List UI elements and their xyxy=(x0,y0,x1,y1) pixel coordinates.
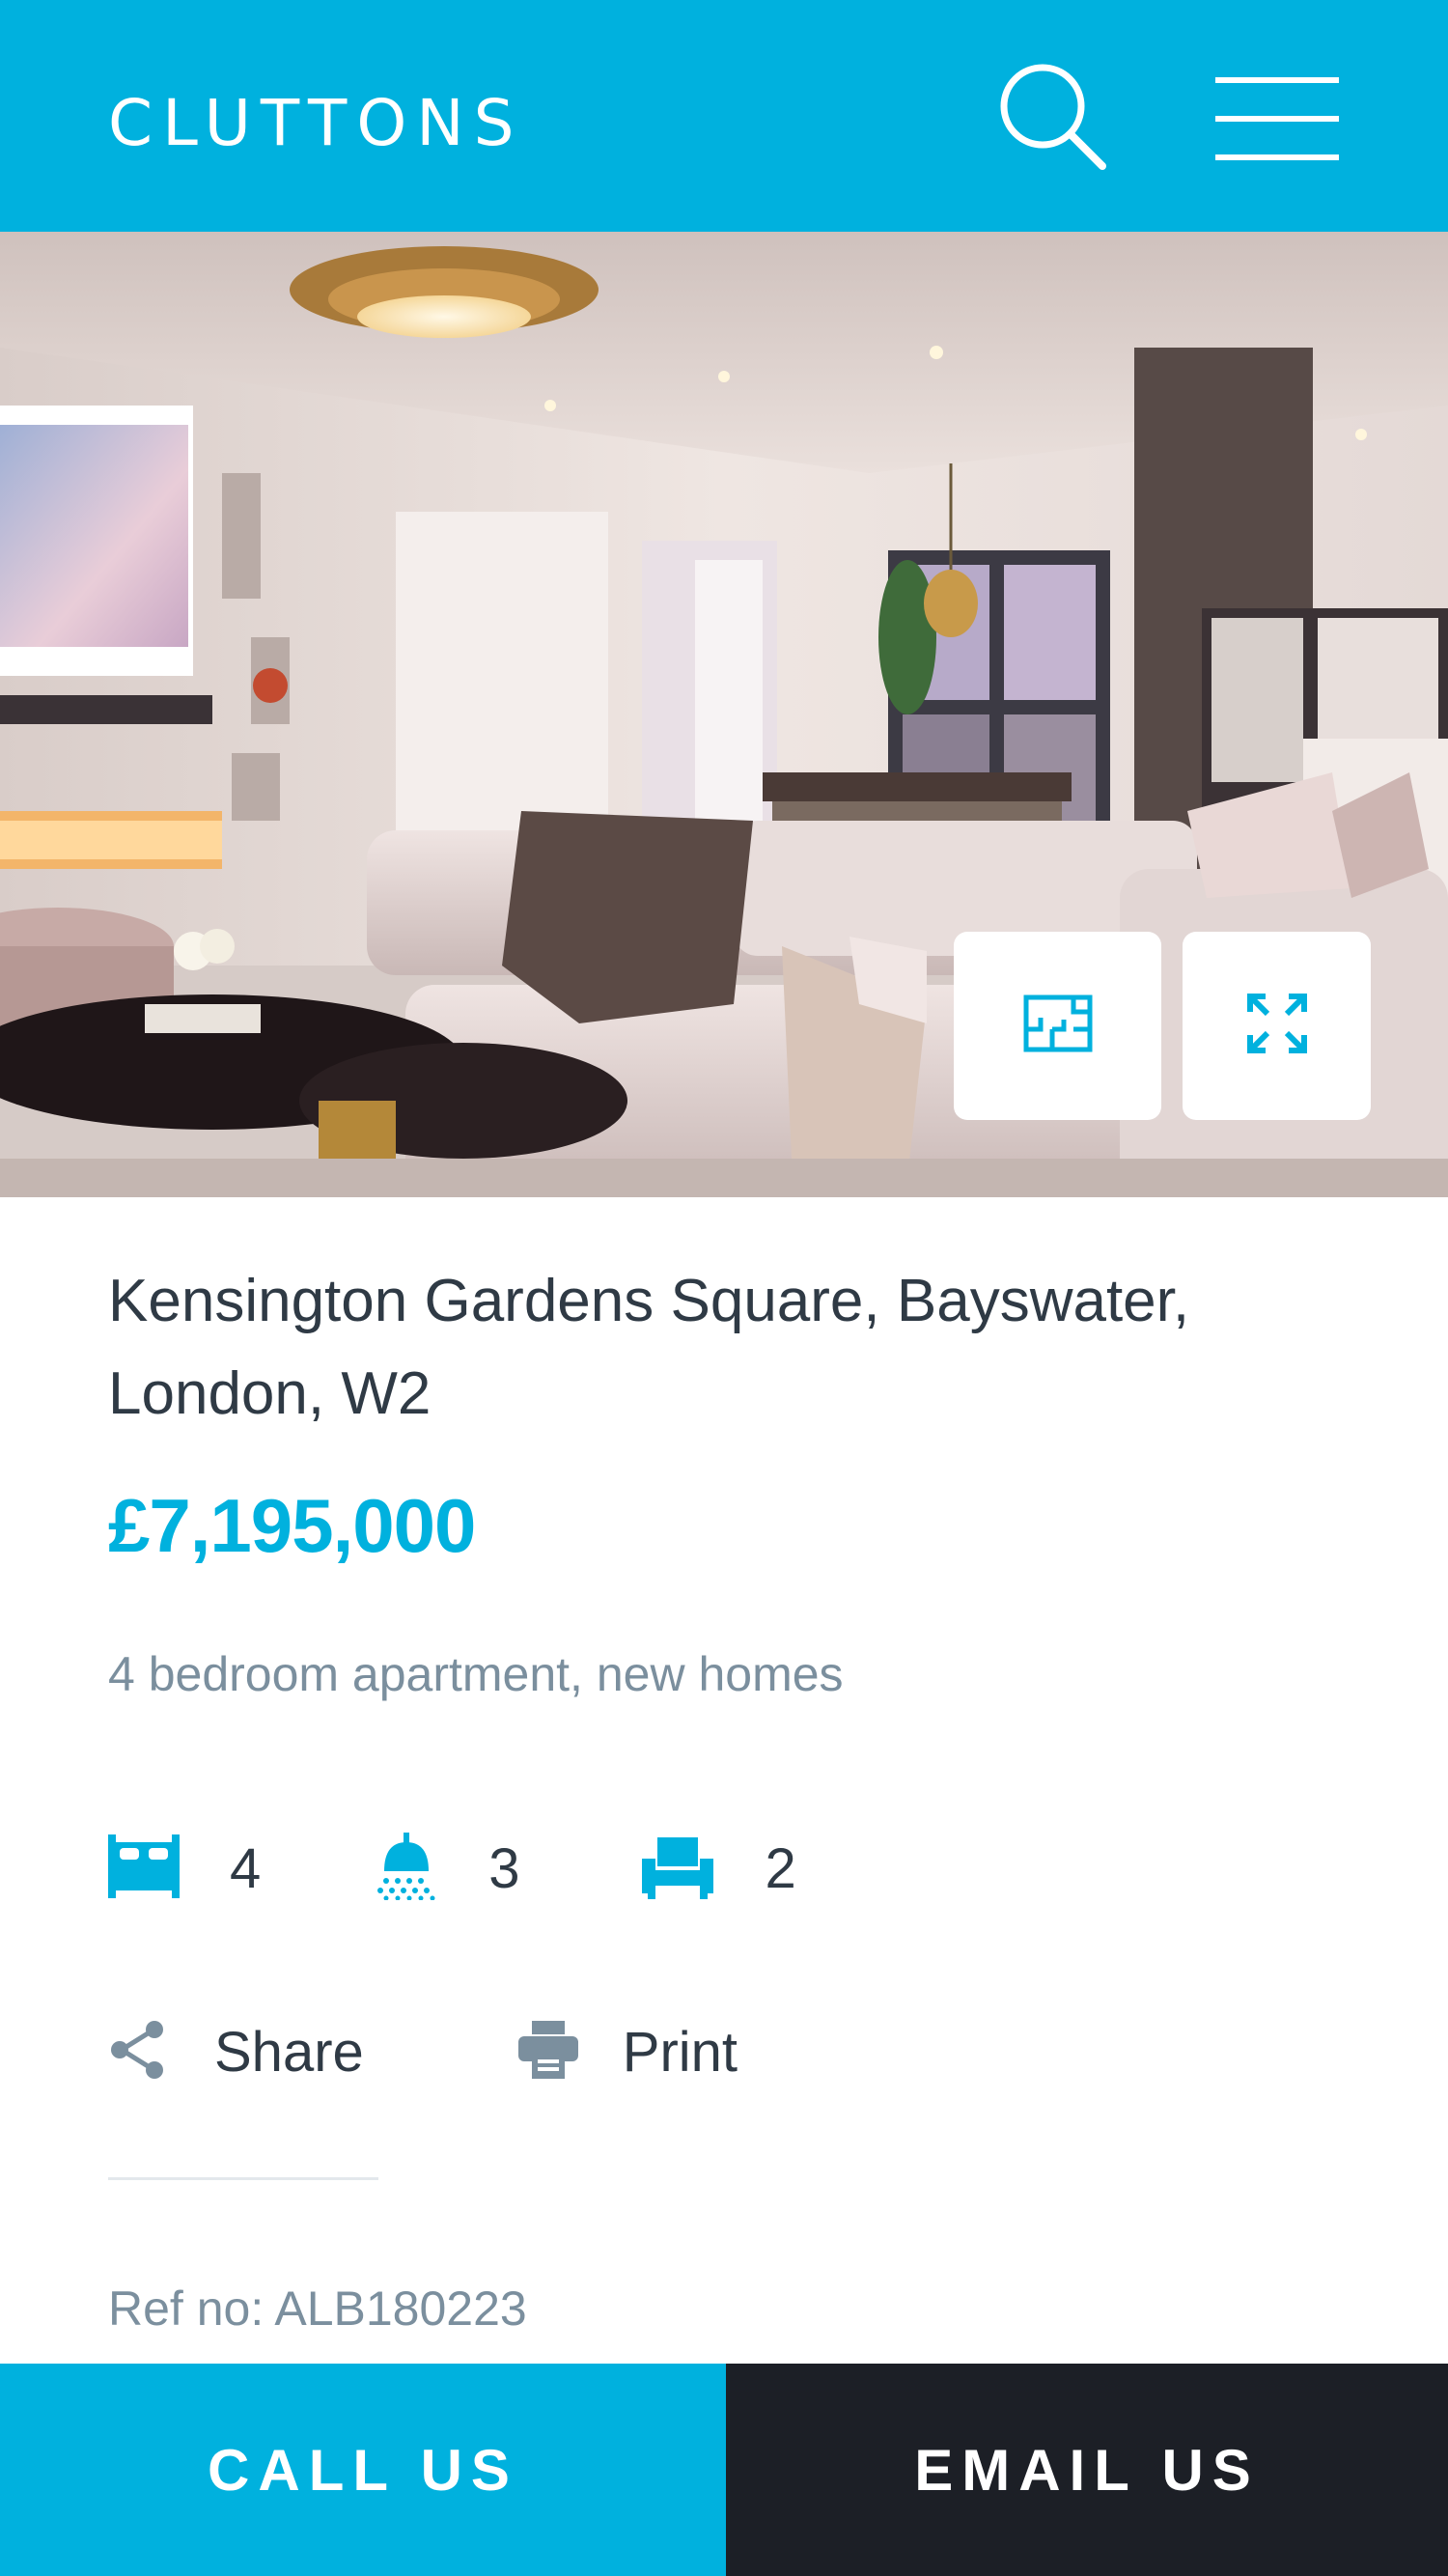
property-type: 4 bedroom apartment, new homes xyxy=(108,1647,844,1701)
armchair-icon xyxy=(641,1834,713,1904)
search-icon[interactable] xyxy=(994,60,1110,176)
call-us-button[interactable]: CALL US xyxy=(0,2364,726,2576)
cluttons-logo[interactable]: CLUTTONS xyxy=(108,85,524,162)
property-price: £7,195,000 xyxy=(108,1483,476,1568)
property-actions: Share Print xyxy=(108,2013,738,2090)
share-button[interactable]: Share xyxy=(108,2020,364,2085)
property-photo[interactable] xyxy=(0,232,1448,1197)
email-us-button[interactable]: EMAIL US xyxy=(726,2364,1448,2576)
floorplan-button[interactable] xyxy=(954,932,1161,1120)
divider xyxy=(108,2177,378,2180)
floorplan-icon xyxy=(1023,994,1093,1057)
hamburger-menu-icon[interactable] xyxy=(1211,70,1342,166)
property-features: 4 3 2 xyxy=(108,1830,796,1907)
bathrooms-count: 3 xyxy=(488,1836,520,1900)
bed-icon xyxy=(108,1834,180,1903)
receptions-count: 2 xyxy=(765,1836,796,1900)
bedrooms-feature: 4 xyxy=(108,1834,376,1903)
bedrooms-count: 4 xyxy=(230,1836,262,1900)
share-icon xyxy=(108,2020,166,2084)
shower-icon xyxy=(376,1832,436,1905)
reference-number: Ref no: ALB180223 xyxy=(108,2282,527,2336)
fullscreen-button[interactable] xyxy=(1183,932,1371,1120)
print-label: Print xyxy=(622,2020,738,2084)
share-label: Share xyxy=(214,2020,364,2084)
site-header: CLUTTONS xyxy=(0,0,1448,232)
receptions-feature: 2 xyxy=(641,1834,796,1904)
property-address: Kensington Gardens Square, Bayswater, Lo… xyxy=(108,1268,1190,1427)
print-button[interactable]: Print xyxy=(517,2020,738,2085)
bathrooms-feature: 3 xyxy=(376,1832,641,1905)
expand-icon xyxy=(1246,993,1308,1059)
printer-icon xyxy=(517,2020,578,2084)
